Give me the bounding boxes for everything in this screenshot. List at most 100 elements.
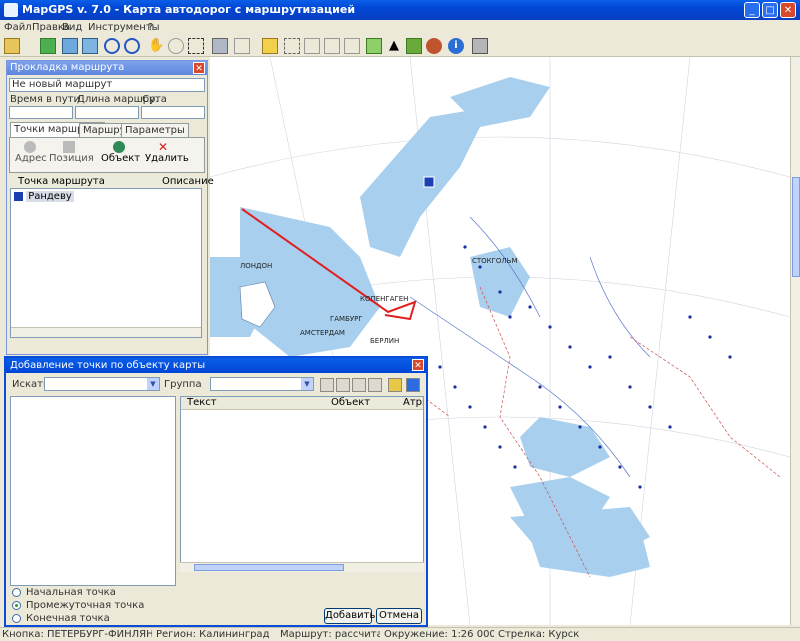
- points-icon[interactable]: [304, 38, 320, 54]
- end-point-radio[interactable]: [12, 614, 21, 623]
- position-button-label: Позиция: [49, 153, 94, 164]
- map-icon[interactable]: [366, 38, 382, 54]
- avg-speed-field: [141, 106, 205, 119]
- globe-object-icon: [113, 141, 125, 153]
- results-hscroll-thumb[interactable]: [194, 564, 344, 571]
- intermediate-point-radio[interactable]: [12, 601, 21, 610]
- route-length-field: [75, 106, 139, 119]
- cancel-button[interactable]: Отмена: [376, 608, 422, 624]
- menu-bar: Файл Правка Вид Инструменты ?: [0, 20, 800, 36]
- address-button[interactable]: Адрес: [15, 141, 47, 164]
- route-start-icon[interactable]: [262, 38, 278, 54]
- delete-icon: ✕: [157, 140, 169, 154]
- col-attribute: Атрибут: [403, 397, 423, 408]
- print-icon[interactable]: [472, 38, 488, 54]
- chevron-down-icon[interactable]: ▼: [301, 378, 313, 390]
- results-header: Текст Объект Атрибут: [181, 397, 423, 410]
- table-icon[interactable]: [344, 38, 360, 54]
- window-titlebar: MapGPS v. 7.0 - Карта автодорог с маршру…: [0, 0, 800, 20]
- main-toolbar: ✋ ▲ i: [0, 36, 800, 57]
- results-hscroll[interactable]: [180, 562, 424, 572]
- status-bar: Кнопка: ПЕТЕРБУРГ-ФИНЛЯНДИЯ Регион: Кали…: [0, 627, 800, 641]
- grid-icon[interactable]: [324, 38, 340, 54]
- status-segment: Регион: Калининград: [156, 629, 270, 640]
- globe-icon[interactable]: [426, 38, 442, 54]
- route-panel-title: Прокладка маршрута: [7, 61, 207, 75]
- position-button[interactable]: Позиция: [49, 141, 94, 164]
- add-button[interactable]: Добавить: [324, 608, 375, 624]
- col-object: Объект: [331, 397, 371, 408]
- start-point-label: Начальная точка: [26, 587, 116, 598]
- group-label: Группа: [164, 379, 202, 390]
- map-vertical-scrollbar[interactable]: [790, 57, 800, 625]
- tab-parameters[interactable]: Параметры: [121, 123, 189, 137]
- col-text: Текст: [187, 397, 217, 408]
- object-button-label: Объект: [101, 153, 141, 164]
- route-point-marker: [423, 176, 435, 188]
- info-icon[interactable]: i: [448, 38, 464, 54]
- list-header-description: Описание: [162, 176, 214, 187]
- select-icon[interactable]: [188, 38, 204, 54]
- zoom-out-icon[interactable]: [124, 38, 140, 54]
- gps-icon[interactable]: ▲: [386, 38, 402, 54]
- zoom-extent-icon[interactable]: [40, 38, 56, 54]
- menu-help[interactable]: ?: [148, 22, 153, 33]
- dialog-close-button[interactable]: ✕: [412, 359, 424, 371]
- delete-button[interactable]: ✕ Удалить: [145, 140, 189, 164]
- settings-icon[interactable]: [212, 38, 228, 54]
- map-label: ГАМБУРГ: [330, 315, 363, 323]
- navigation-icon[interactable]: [406, 38, 422, 54]
- layers-icon[interactable]: [62, 38, 78, 54]
- list-item[interactable]: Рандеву: [14, 191, 74, 203]
- intermediate-point-label: Промежуточная точка: [26, 600, 145, 611]
- chevron-down-icon[interactable]: ▼: [147, 378, 159, 390]
- area-icon[interactable]: [284, 38, 300, 54]
- rotate-icon[interactable]: [168, 38, 184, 54]
- list-header-point: Точка маршрута: [18, 176, 105, 187]
- filter-icon[interactable]: [320, 378, 334, 392]
- route-panel-close-button[interactable]: ✕: [193, 62, 205, 74]
- measure-icon[interactable]: [234, 38, 250, 54]
- status-segment: Стрелка: Курск: [498, 629, 580, 640]
- travel-time-label: Время в пути: [10, 94, 80, 105]
- results-table[interactable]: Текст Объект Атрибут: [180, 396, 424, 572]
- status-segment: Маршрут: рассчитан: [280, 629, 380, 640]
- end-point-label: Конечная точка: [26, 613, 110, 624]
- menu-file[interactable]: Файл: [4, 22, 32, 33]
- window-title: MapGPS v. 7.0 - Карта автодорог с маршру…: [22, 3, 356, 16]
- refresh-icon[interactable]: [82, 38, 98, 54]
- add-point-dialog: Добавление точки по объекту карты ✕ Иска…: [4, 356, 428, 627]
- route-name-field[interactable]: Не новый маршрут: [9, 78, 205, 92]
- scroll-thumb[interactable]: [792, 177, 800, 277]
- map-label: АМСТЕРДАМ: [300, 329, 345, 337]
- object-button[interactable]: Объект: [101, 141, 141, 164]
- search-combo[interactable]: ▼: [44, 377, 160, 391]
- status-segment: Кнопка: ПЕТЕРБУРГ-ФИНЛЯНДИЯ: [2, 629, 152, 640]
- delete-button-label: Удалить: [145, 153, 189, 164]
- dialog-title: Добавление точки по объекту карты: [6, 358, 426, 373]
- map-label: СТОКГОЛЬМ: [472, 257, 518, 265]
- columns-icon[interactable]: [336, 378, 350, 392]
- maximize-button[interactable]: □: [762, 2, 778, 18]
- hand-icon[interactable]: ✋: [148, 38, 164, 54]
- map-label: ЛОНДОН: [240, 262, 273, 270]
- menu-view[interactable]: Вид: [62, 22, 82, 33]
- travel-time-field: [9, 106, 73, 119]
- group-combo[interactable]: ▼: [210, 377, 314, 391]
- close-button[interactable]: ✕: [780, 2, 796, 18]
- minimize-button[interactable]: _: [744, 2, 760, 18]
- start-point-radio[interactable]: [12, 588, 21, 597]
- app-icon: [4, 3, 18, 17]
- map-label: БЕРЛИН: [370, 337, 400, 345]
- list-icon[interactable]: [368, 378, 382, 392]
- route-list-hscroll[interactable]: [11, 327, 201, 337]
- position-icon: [63, 141, 75, 153]
- status-segment: Окружение: 1:26 000 000: [384, 629, 494, 640]
- zoom-in-icon[interactable]: [104, 38, 120, 54]
- sort-icon[interactable]: [352, 378, 366, 392]
- monitor-icon[interactable]: [406, 378, 420, 392]
- category-tree[interactable]: [10, 396, 176, 586]
- edit-icon[interactable]: [388, 378, 402, 392]
- address-button-label: Адрес: [15, 153, 47, 164]
- open-icon[interactable]: [4, 38, 20, 54]
